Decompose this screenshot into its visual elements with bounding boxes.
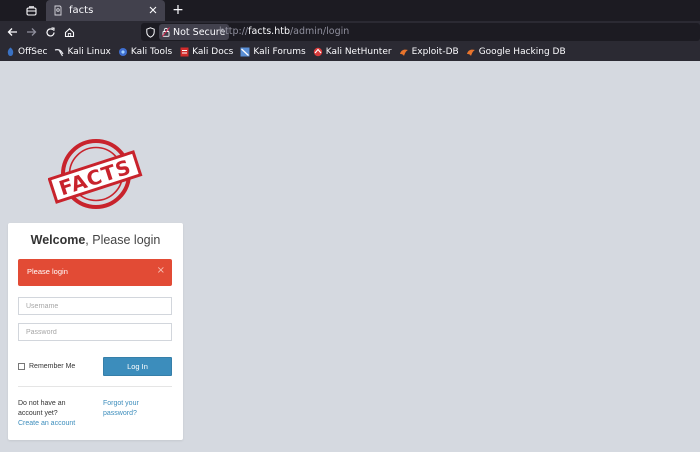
facts-logo: FACTS [47, 136, 143, 214]
forgot-password-link[interactable]: Forgot your password? [103, 399, 163, 419]
kali-docs-icon [179, 47, 189, 57]
bookmark-label: Kali Docs [192, 47, 234, 57]
bookmark-kali-docs[interactable]: Kali Docs [179, 43, 233, 61]
remember-me-checkbox[interactable] [18, 363, 25, 370]
remember-me-label: Remember Me [29, 363, 76, 370]
bookmark-kali-nethunter[interactable]: Kali NetHunter [313, 43, 392, 61]
bookmark-label: Exploit-DB [411, 47, 459, 57]
username-input[interactable] [18, 297, 172, 315]
tracking-protection-shield-icon[interactable] [144, 25, 157, 39]
no-account-text: Do not have an account yet? [18, 400, 66, 417]
kali-linux-icon [54, 47, 65, 57]
offsec-icon [5, 47, 15, 57]
tab-close-icon[interactable] [146, 4, 159, 17]
back-arrow-icon [7, 28, 17, 36]
kali-tools-icon [118, 47, 128, 57]
password-input[interactable] [18, 323, 172, 341]
back-button[interactable] [3, 23, 21, 41]
url-scheme: http:// [219, 26, 249, 37]
divider [18, 386, 172, 387]
bookmark-label: Kali Forums [253, 47, 306, 57]
page-favicon-icon [54, 5, 64, 17]
kali-nethunter-icon [313, 47, 323, 57]
broken-lock-icon [162, 27, 170, 37]
address-bar[interactable]: Not Secure http://facts.htb/admin/login [141, 23, 700, 41]
browser-nav-bar: Not Secure http://facts.htb/admin/login [0, 21, 700, 43]
url-host: facts.htb [248, 26, 290, 37]
bookmark-kali-linux[interactable]: Kali Linux [54, 43, 111, 61]
forward-arrow-icon [26, 28, 36, 36]
tab-title: facts [69, 5, 94, 16]
login-title: Welcome, Please login [8, 233, 183, 247]
bookmark-offsec[interactable]: OffSec [5, 43, 47, 61]
reload-button[interactable] [41, 23, 59, 41]
home-button[interactable] [60, 23, 78, 41]
exploit-db-icon [399, 47, 409, 57]
kali-forums-icon [240, 47, 250, 57]
login-alert: Please login × [18, 259, 172, 286]
bookmark-label: Kali Tools [130, 47, 173, 57]
bookmark-kali-tools[interactable]: Kali Tools [118, 43, 172, 61]
bookmarks-toolbar: OffSec Kali Linux Kali Tools Kali Docs K… [0, 43, 700, 61]
login-box: Welcome, Please login Please login × Rem… [8, 223, 183, 440]
login-title-bold: Welcome [30, 233, 86, 247]
tab-overview-icon[interactable] [20, 2, 42, 19]
url-path: /admin/login [289, 26, 350, 37]
bookmark-google-hacking-db[interactable]: Google Hacking DB [466, 43, 566, 61]
remember-me-option[interactable]: Remember Me [18, 363, 75, 370]
new-tab-button[interactable]: + [168, 1, 188, 20]
login-button[interactable]: Log In [103, 357, 172, 376]
alert-close-icon[interactable]: × [157, 266, 165, 276]
tab-facts[interactable]: facts [46, 0, 165, 21]
url-text[interactable]: http://facts.htb/admin/login [219, 25, 349, 39]
bookmark-label: Kali NetHunter [325, 47, 392, 57]
forward-button[interactable] [22, 23, 40, 41]
reload-icon [45, 26, 55, 37]
bookmark-label: Kali Linux [67, 47, 111, 57]
create-account-link[interactable]: Create an account [18, 420, 75, 427]
browser-tab-bar: facts + [0, 0, 700, 21]
bookmark-label: Google Hacking DB [478, 47, 566, 57]
alert-message: Please login [27, 267, 68, 276]
bookmark-exploit-db[interactable]: Exploit-DB [399, 43, 459, 61]
bookmark-label: OffSec [18, 47, 48, 57]
not-secure-label: Not Secure [173, 26, 226, 38]
login-title-rest: , Please login [85, 233, 161, 247]
bookmark-kali-forums[interactable]: Kali Forums [240, 43, 306, 61]
ghdb-icon [466, 47, 476, 57]
home-icon [64, 27, 74, 37]
